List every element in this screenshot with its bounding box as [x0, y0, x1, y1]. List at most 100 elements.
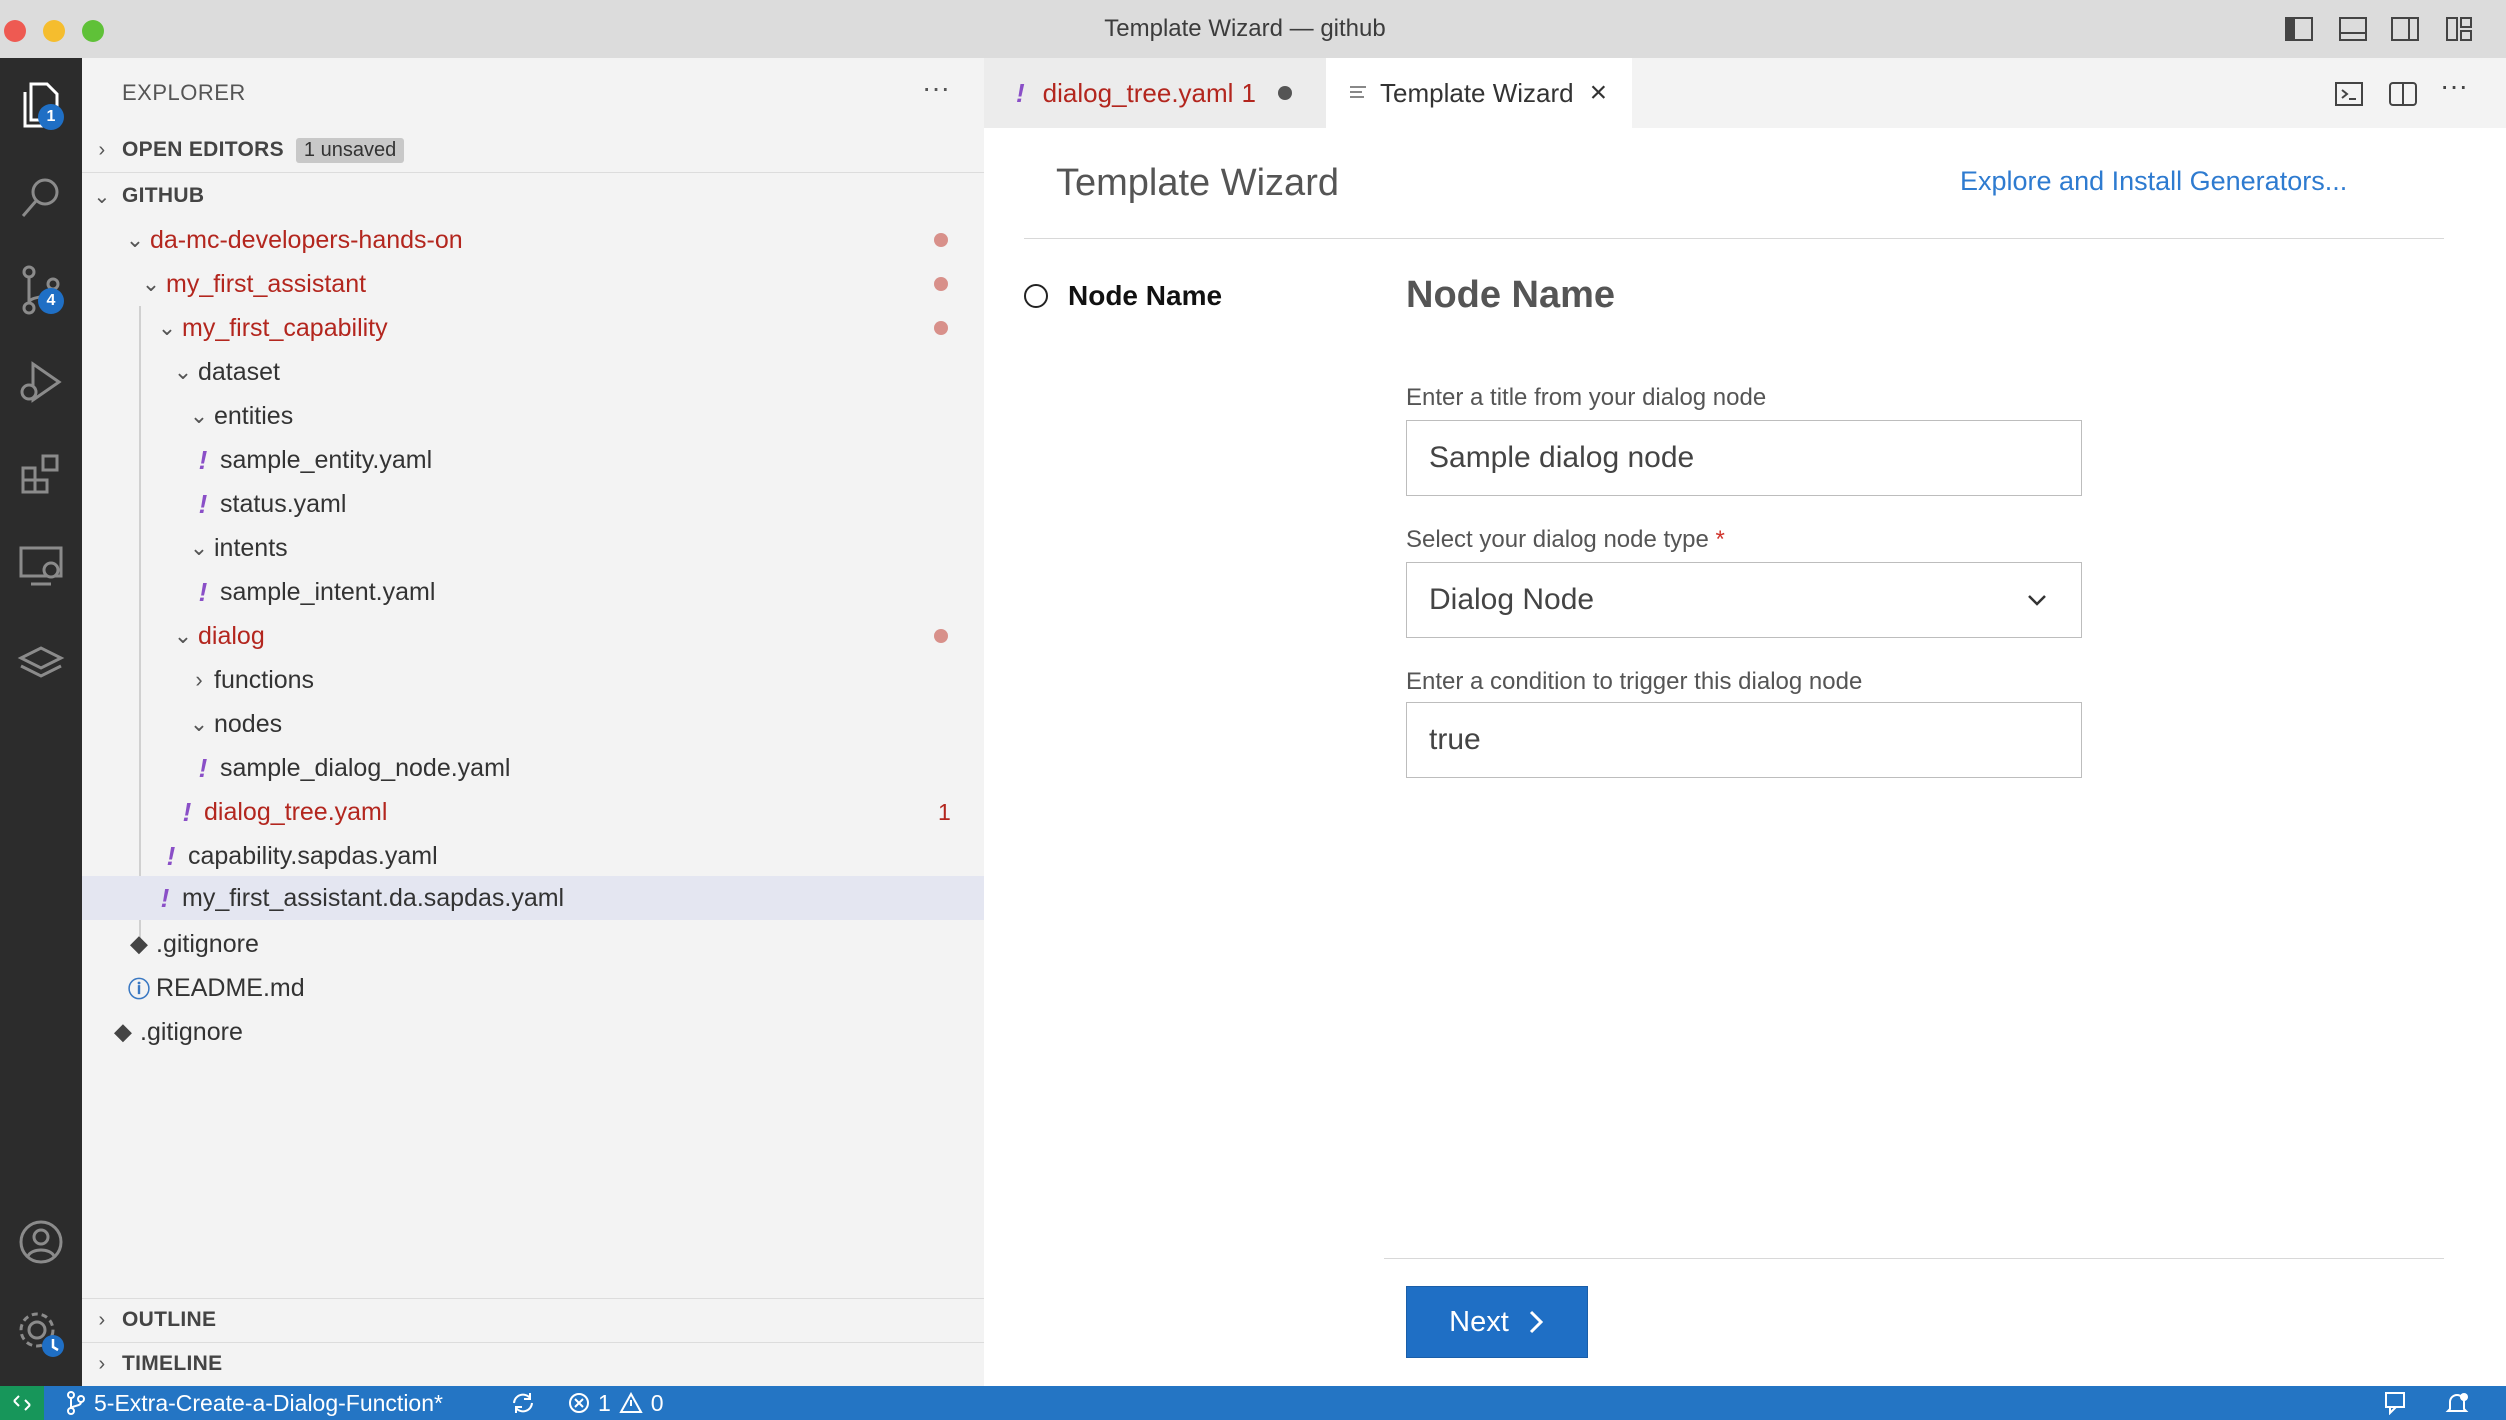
tree-item-folder[interactable]: ⌄ my_first_assistant: [82, 262, 984, 306]
next-button[interactable]: Next: [1406, 1286, 1588, 1358]
source-control-badge: 4: [38, 288, 64, 314]
open-editors-section[interactable]: › OPEN EDITORS 1 unsaved: [82, 128, 984, 172]
tree-item-label: dialog_tree.yaml: [204, 797, 388, 826]
chevron-right-icon: ›: [98, 1352, 106, 1375]
chevron-down-icon: ⌄: [157, 315, 177, 340]
more-actions-icon[interactable]: ···: [922, 72, 950, 104]
tree-item-label: sample_entity.yaml: [220, 445, 433, 474]
window-title: Template Wizard — github: [1104, 15, 1386, 42]
tree-item-file[interactable]: ! sample_entity.yaml: [82, 438, 984, 482]
outline-label: OUTLINE: [122, 1308, 217, 1331]
unsaved-dot-icon[interactable]: [1277, 86, 1292, 100]
tree-item-label: my_first_capability: [182, 313, 388, 342]
tree-item-file[interactable]: ◆ .gitignore: [82, 922, 984, 966]
accounts-button[interactable]: [0, 1206, 82, 1278]
extensions-icon: [21, 454, 59, 494]
yaml-file-icon: !: [198, 576, 208, 607]
manage-button[interactable]: [0, 1298, 82, 1370]
tree-item-file[interactable]: ! status.yaml: [82, 482, 984, 526]
outline-section[interactable]: › OUTLINE: [82, 1298, 984, 1342]
footer-divider: [1384, 1258, 2444, 1259]
tree-item-file[interactable]: ! dialog_tree.yaml 1: [82, 790, 984, 834]
more-actions-icon[interactable]: ···: [2440, 70, 2468, 102]
toggle-primary-sidebar-icon[interactable]: [2284, 15, 2314, 43]
tree-item-label: sample_dialog_node.yaml: [220, 753, 511, 782]
tree-item-label: intents: [214, 533, 288, 562]
tree-item-file[interactable]: ! sample_dialog_node.yaml: [82, 746, 984, 790]
tree-item-folder[interactable]: ⌄ dataset: [82, 350, 984, 394]
toggle-panel-icon[interactable]: [2338, 15, 2368, 43]
extensions-button[interactable]: [0, 438, 82, 510]
git-file-icon: ◆: [114, 1019, 132, 1044]
tree-item-folder[interactable]: › functions: [82, 658, 984, 702]
header-divider: [1024, 238, 2444, 239]
feedback-icon[interactable]: [2384, 1391, 2410, 1415]
title-input[interactable]: Sample dialog node: [1406, 420, 2082, 496]
github-section[interactable]: ⌄ GITHUB: [82, 174, 984, 218]
source-control-button[interactable]: 4: [0, 254, 82, 326]
timeline-section[interactable]: › TIMELINE: [82, 1342, 984, 1386]
problems-indicator[interactable]: 1 0: [568, 1386, 664, 1420]
tree-item-file[interactable]: ◆ .gitignore: [82, 1010, 984, 1054]
tree-item-folder[interactable]: ⌄ intents: [82, 526, 984, 570]
stack-button[interactable]: [0, 622, 82, 694]
remote-explorer-button[interactable]: [0, 530, 82, 602]
timeline-label: TIMELINE: [122, 1352, 223, 1375]
warning-count: 0: [650, 1389, 664, 1416]
tree-item-folder[interactable]: ⌄ nodes: [82, 702, 984, 746]
required-asterisk: *: [1715, 526, 1725, 553]
explorer-badge: 1: [38, 104, 64, 130]
run-debug-button[interactable]: [0, 346, 82, 418]
tree-item-folder[interactable]: ⌄ da-mc-developers-hands-on: [82, 218, 984, 262]
template-wizard-panel: Template Wizard Explore and Install Gene…: [984, 128, 2506, 1386]
tab-template-wizard[interactable]: Template Wizard ×: [1326, 58, 1632, 128]
tree-item-file[interactable]: ! capability.sapdas.yaml: [82, 834, 984, 878]
explorer-button[interactable]: 1: [0, 70, 82, 142]
remote-indicator[interactable]: [0, 1386, 44, 1420]
tree-item-folder[interactable]: ⌄ entities: [82, 394, 984, 438]
tree-item-file[interactable]: ⓘ README.md: [82, 966, 984, 1010]
tree-item-folder[interactable]: ⌄ my_first_capability: [82, 306, 984, 350]
remote-icon: [13, 1395, 31, 1411]
terminal-icon[interactable]: [2334, 80, 2364, 108]
node-type-select[interactable]: Dialog Node: [1406, 562, 2082, 638]
git-branch-icon: [67, 1391, 85, 1415]
chevron-down-icon: ⌄: [189, 403, 209, 428]
branch-indicator[interactable]: 5-Extra-Create-a-Dialog-Function*: [66, 1386, 443, 1420]
tree-item-label: .gitignore: [140, 1017, 243, 1046]
tree-item-label: capability.sapdas.yaml: [188, 841, 438, 870]
tab-problem-count: 1: [1241, 77, 1256, 108]
stack-icon: [17, 646, 65, 678]
close-icon[interactable]: ×: [1590, 76, 1608, 110]
yaml-file-icon: !: [182, 796, 192, 827]
sync-button[interactable]: [510, 1386, 536, 1420]
sidebar-title: EXPLORER: [122, 80, 246, 105]
tree-item-file-selected[interactable]: ! my_first_assistant.da.sapdas.yaml: [82, 876, 984, 920]
toggle-secondary-sidebar-icon[interactable]: [2390, 15, 2420, 43]
tab-dialog-tree[interactable]: ! dialog_tree.yaml 1: [984, 58, 1327, 128]
tree-item-folder[interactable]: ⌄ dialog: [82, 614, 984, 658]
notifications-icon[interactable]: [2444, 1391, 2470, 1417]
tree-item-label: my_first_assistant.da.sapdas.yaml: [182, 883, 565, 912]
tree-item-label: entities: [214, 401, 294, 430]
split-editor-icon[interactable]: [2388, 80, 2418, 108]
step-node-name[interactable]: Node Name: [1068, 280, 1222, 312]
tree-item-label: dialog: [198, 621, 265, 650]
tree-item-file[interactable]: ! sample_intent.yaml: [82, 570, 984, 614]
chevron-down-icon: ⌄: [173, 359, 193, 384]
chevron-down-icon: ⌄: [93, 185, 111, 208]
chevron-right-icon: ›: [98, 138, 106, 161]
github-section-label: GITHUB: [122, 184, 205, 207]
search-button[interactable]: [0, 162, 82, 234]
chevron-right-icon: ›: [195, 667, 203, 692]
title-bar: Template Wizard — github: [0, 0, 2506, 59]
node-type-field-label: Select your dialog node type *: [1406, 526, 1725, 554]
error-count: 1: [598, 1389, 611, 1416]
explorer-sidebar: EXPLORER ··· › OPEN EDITORS 1 unsaved ⌄ …: [82, 58, 985, 1386]
account-icon: [19, 1220, 63, 1264]
activity-bar: 1 4: [0, 58, 82, 1386]
preview-icon: [1350, 86, 1366, 98]
condition-input[interactable]: true: [1406, 702, 2082, 778]
customize-layout-icon[interactable]: [2444, 15, 2474, 43]
explore-generators-link[interactable]: Explore and Install Generators...: [1960, 166, 2347, 197]
